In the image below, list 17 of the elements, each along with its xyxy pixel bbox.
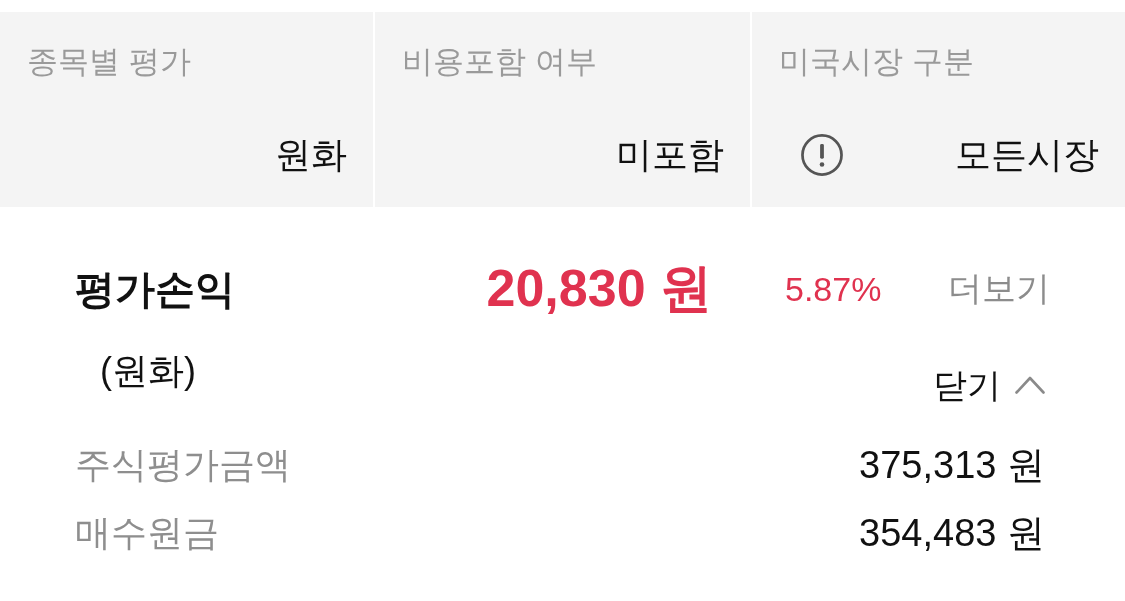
setting-value: 원화 (275, 133, 347, 177)
detail-label: 주식평가금액 (75, 443, 291, 487)
collapse-button[interactable]: 닫기 (933, 363, 1045, 407)
setting-label: 비용포함 여부 (402, 43, 597, 81)
profit-rate: 5.87% (785, 269, 882, 309)
detail-value: 375,313 원 (859, 443, 1045, 488)
caret-up-icon (1015, 376, 1045, 394)
setting-label: 종목별 평가 (27, 43, 191, 81)
detail-label: 매수원금 (75, 511, 219, 555)
setting-label: 미국시장 구분 (779, 43, 974, 81)
info-icon (801, 134, 843, 176)
summary-title: 평가손익 (75, 265, 235, 313)
profit-amount: 20,830 원 (486, 258, 712, 319)
currency-note: (원화) (100, 349, 196, 393)
setting-value: 미포함 (616, 133, 724, 177)
setting-value: 모든시장 (955, 133, 1099, 177)
detail-value: 354,483 원 (859, 511, 1045, 556)
